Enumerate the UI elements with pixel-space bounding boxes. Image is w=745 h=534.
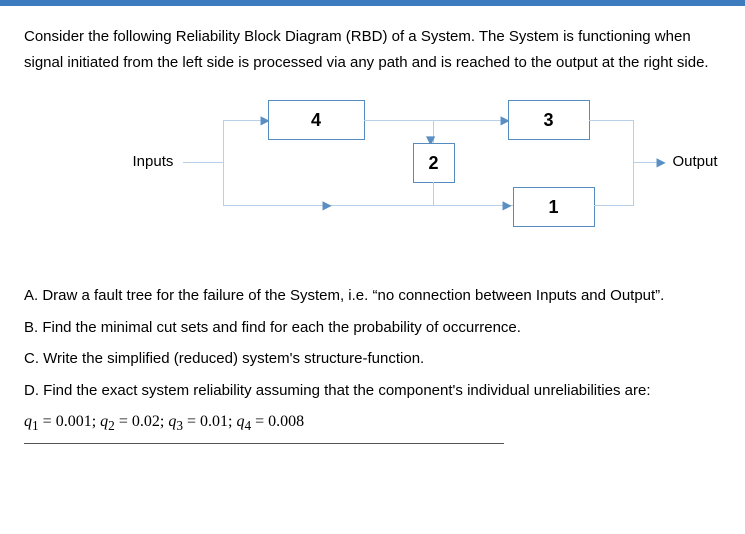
question-b: B. Find the minimal cut sets and find fo… xyxy=(24,312,721,344)
wire-right-vertical xyxy=(633,120,634,206)
arrow-output: ▶ xyxy=(657,156,666,168)
page-container: Consider the following Reliability Block… xyxy=(0,0,745,534)
output-label: Output xyxy=(673,153,718,170)
question-c: C. Write the simplified (reduced) system… xyxy=(24,343,721,375)
block-4: 4 xyxy=(268,100,365,140)
wire-after-box4 xyxy=(364,120,433,121)
wire-input-stem xyxy=(183,162,223,163)
question-d: D. Find the exact system reliability ass… xyxy=(24,375,721,407)
wire-after-box1 xyxy=(594,205,633,206)
questions-block: A. Draw a fault tree for the failure of … xyxy=(24,280,721,406)
block-3: 3 xyxy=(508,100,590,140)
block-1: 1 xyxy=(513,187,595,227)
arrow-bottom-left: ▶ xyxy=(323,199,332,211)
wire-to-box1 xyxy=(433,205,513,206)
intro-line-1: Consider the following Reliability Block… xyxy=(24,24,721,50)
wire-top-right xyxy=(433,120,508,121)
block-2: 2 xyxy=(413,143,455,183)
wire-after-box3 xyxy=(589,120,633,121)
question-a: A. Draw a fault tree for the failure of … xyxy=(24,280,721,312)
equation-line: q1 = 0.001; q2 = 0.02; q3 = 0.01; q4 = 0… xyxy=(24,409,721,437)
content-area: Consider the following Reliability Block… xyxy=(0,6,745,454)
bottom-rule xyxy=(24,443,504,444)
intro-text: Consider the following Reliability Block… xyxy=(24,24,721,75)
wire-box2-down xyxy=(433,182,434,205)
intro-line-2: signal initiated from the left side is p… xyxy=(24,50,721,76)
rbd-diagram: Inputs Output ▶ ▶ 4 ▶ ▶ 2 xyxy=(33,95,713,255)
inputs-label: Inputs xyxy=(133,153,174,170)
wire-left-vertical xyxy=(223,120,224,205)
arrow-to-box1: ▶ xyxy=(503,199,512,211)
